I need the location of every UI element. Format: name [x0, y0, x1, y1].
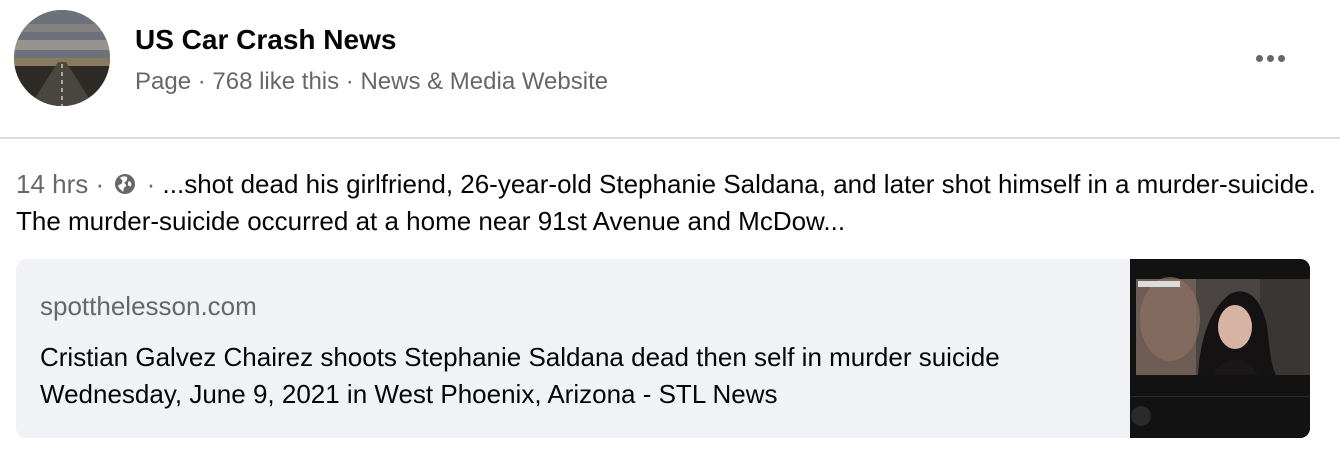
link-preview-card[interactable]: spotthelesson.com Cristian Galvez Chaire…	[16, 259, 1310, 438]
separator: ·	[146, 169, 156, 199]
link-domain: spotthelesson.com	[40, 291, 257, 321]
link-title: Cristian Galvez Chairez shoots Stephanie…	[40, 342, 1000, 409]
page-meta: Page · 768 like this · News & Media Webs…	[135, 68, 609, 95]
post-body: 14 hrs · · ...shot dead his girlfriend, …	[16, 166, 1316, 240]
page-name[interactable]: US Car Crash News	[135, 24, 396, 56]
page-avatar[interactable]	[14, 10, 110, 106]
separator: ·	[95, 169, 105, 199]
road-landscape-image	[14, 10, 110, 106]
link-thumbnail	[1130, 259, 1310, 438]
globe-icon[interactable]	[113, 172, 137, 196]
post-text: ...shot dead his girlfriend, 26-year-old…	[16, 169, 1316, 236]
more-options-button[interactable]	[1248, 42, 1292, 74]
post-timestamp[interactable]: 14 hrs	[16, 169, 88, 199]
post-header: US Car Crash News Page · 768 like this ·…	[0, 0, 1340, 138]
header-divider	[0, 137, 1340, 139]
more-horizontal-icon	[1255, 54, 1263, 62]
